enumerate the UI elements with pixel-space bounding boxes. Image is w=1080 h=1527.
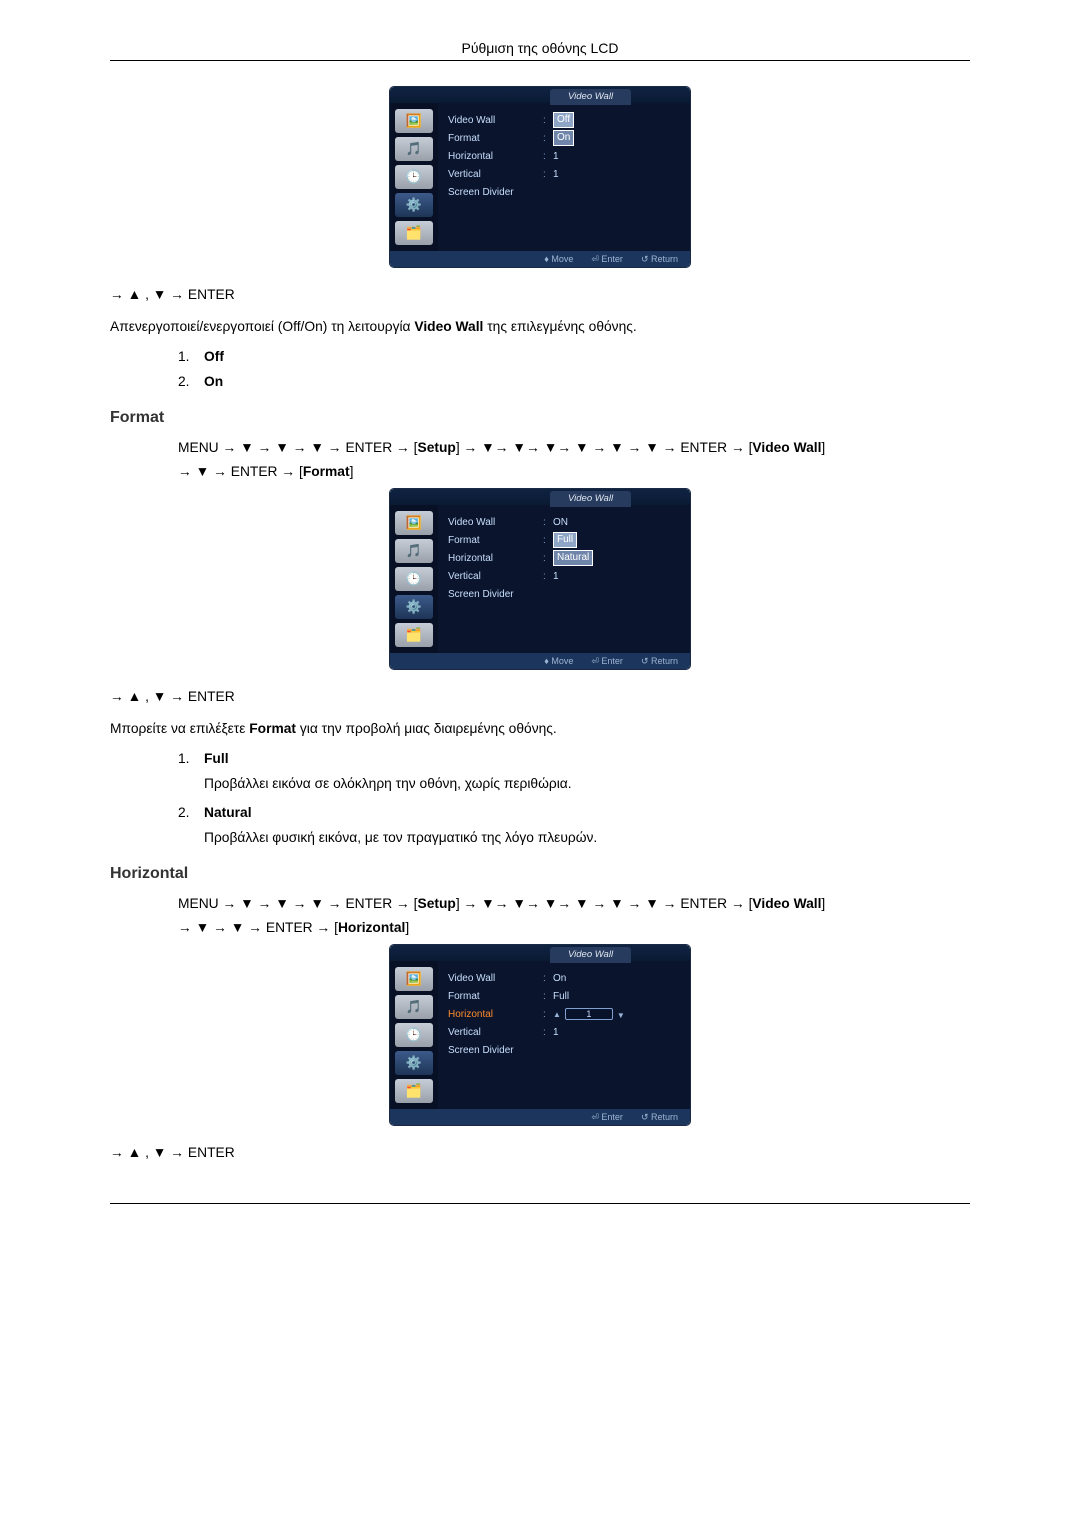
picture-icon: 🖼️ [395,511,433,535]
sound-icon: 🎵 [395,137,433,161]
bottom-rule [110,1203,970,1204]
heading-horizontal: Horizontal [110,865,970,883]
nav-arrows-enter-1: → ▲ , ▼ → ENTER [110,285,970,305]
page: Ρύθμιση της οθόνης LCD Video Wall 🖼️ 🎵 🕒… [0,0,1080,1264]
list-item-on: On [204,374,223,389]
osd-footer-return: ↺ Return [641,254,678,265]
osd-side-icons: 🖼️ 🎵 🕒 ⚙️ 🗂️ [390,103,438,251]
osd-value-h: 1 [553,151,559,162]
format-list: 1.Full Προβάλλει εικόνα σε ολόκληρη την … [110,751,970,845]
horizontal-slider: ▲ 1 ▼ [553,1008,625,1020]
setup-icon: ⚙️ [395,1051,433,1075]
nav-horizontal-line2: → ▼ → ▼ → ENTER → [Horizontal] [178,917,970,939]
clock-icon: 🕒 [395,1023,433,1047]
desc-offon: Απενεργοποιεί/ενεργοποιεί (Off/On) τη λε… [110,317,970,337]
osd-screenshot-2: Video Wall 🖼️ 🎵 🕒 ⚙️ 🗂️ Video Wall : ON [110,489,970,669]
sound-icon: 🎵 [395,539,433,563]
natural-desc: Προβάλλει φυσική εικόνα, με τον πραγματι… [204,830,970,845]
osd-row-horizontal: Horizontal [448,151,543,162]
multi-icon: 🗂️ [395,623,433,647]
heading-format: Format [110,409,970,427]
osd-row-format: Format [448,133,543,144]
osd-row-vertical: Vertical [448,169,543,180]
setup-icon: ⚙️ [395,595,433,619]
multi-icon: 🗂️ [395,1079,433,1103]
nav-horizontal-line1: MENU → ▼ → ▼ → ▼ → ENTER → [Setup] → ▼→ … [178,893,970,915]
setup-icon: ⚙️ [395,193,433,217]
clock-icon: 🕒 [395,567,433,591]
osd-value-off: Off [553,112,574,128]
top-rule [110,60,970,61]
page-title: Ρύθμιση της οθόνης LCD [110,40,970,56]
desc-format: Μπορείτε να επιλέξετε Format για την προ… [110,719,970,739]
sound-icon: 🎵 [395,995,433,1019]
offon-list: 1.Off 2.On [110,349,970,389]
picture-icon: 🖼️ [395,967,433,991]
osd-footer-enter: ⏎ Enter [591,254,623,265]
picture-icon: 🖼️ [395,109,433,133]
osd-screenshot-1: Video Wall 🖼️ 🎵 🕒 ⚙️ 🗂️ Video Wall : Off [110,87,970,267]
osd-footer-move: ♦ Move [544,254,573,264]
multi-icon: 🗂️ [395,221,433,245]
full-desc: Προβάλλει εικόνα σε ολόκληρη την οθόνη, … [204,776,970,791]
nav-arrows-enter-2: → ▲ , ▼ → ENTER [110,687,970,707]
osd-row-screendivider: Screen Divider [448,187,543,198]
osd-screenshot-3: Video Wall 🖼️ 🎵 🕒 ⚙️ 🗂️ Video Wall : On [110,945,970,1125]
list-item-off: Off [204,349,224,364]
list-item-full: Full [204,751,229,766]
osd-row-videowall: Video Wall [448,115,543,126]
nav-arrows-enter-3: → ▲ , ▼ → ENTER [110,1143,970,1163]
list-item-natural: Natural [204,805,252,820]
nav-format-line1: MENU → ▼ → ▼ → ▼ → ENTER → [Setup] → ▼→ … [178,437,970,459]
clock-icon: 🕒 [395,165,433,189]
osd-value-v: 1 [553,169,559,180]
nav-format-line2: → ▼ → ENTER → [Format] [178,461,970,483]
osd-value-on: On [553,130,574,146]
